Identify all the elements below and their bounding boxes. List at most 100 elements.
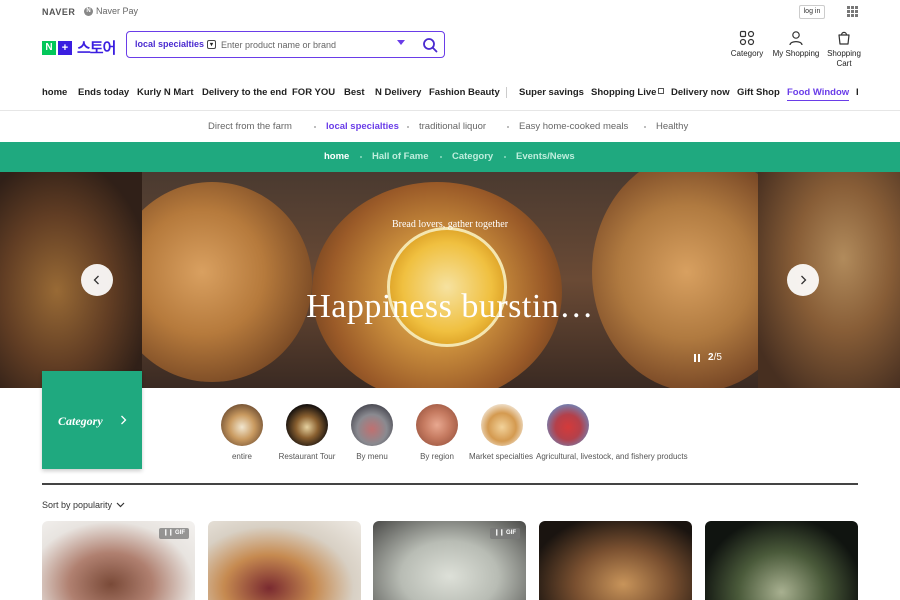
- naver-pay-label: Naver Pay: [96, 6, 139, 16]
- hero-carousel[interactable]: Bread lovers, gather together Happiness …: [0, 172, 900, 388]
- hero-subtitle: Bread lovers, gather together: [391, 219, 509, 230]
- category-by-menu-image[interactable]: [351, 404, 393, 446]
- header-my-shopping-button[interactable]: My Shopping: [772, 30, 820, 59]
- gif-badge-label: GIF: [506, 530, 516, 536]
- logo-n: N: [42, 40, 56, 55]
- nav-separator: [506, 87, 507, 98]
- green-nav-dot: [360, 156, 362, 158]
- nav-fashion-beauty[interactable]: Fashion Beauty: [429, 87, 500, 98]
- category-market-specialties-label[interactable]: Market specialties: [469, 452, 535, 461]
- search-scope-select[interactable]: local specialties ▾: [135, 39, 217, 49]
- hero-next-slide-image: [758, 172, 900, 388]
- nav-more[interactable]: I: [856, 87, 859, 98]
- nav-home[interactable]: home: [42, 87, 67, 98]
- header-category-label: Category: [730, 49, 764, 58]
- nav-food-window[interactable]: Food Window: [787, 87, 850, 101]
- chevron-right-icon: [801, 275, 807, 285]
- subnav-local-specialties[interactable]: local specialties: [326, 121, 399, 132]
- search-dropdown-icon[interactable]: [397, 40, 405, 45]
- category-by-region-label[interactable]: By region: [416, 452, 458, 461]
- subnav-traditional-liquor[interactable]: traditional liquor: [419, 121, 486, 132]
- category-agri-products-label[interactable]: Agricultural, livestock, and fishery pro…: [536, 452, 706, 461]
- naver-pay-link[interactable]: N Naver Pay: [84, 6, 138, 16]
- subnav-dot: [644, 126, 646, 128]
- category-agri-products-image[interactable]: [547, 404, 589, 446]
- logo-plus: +: [58, 40, 72, 55]
- hero-page-count: 2/5: [708, 352, 722, 363]
- nav-shopping-live-label: Shopping Live: [591, 87, 657, 98]
- nav-n-delivery[interactable]: N Delivery: [375, 87, 421, 98]
- login-button[interactable]: log in: [799, 5, 825, 19]
- sort-dropdown[interactable]: Sort by popularity: [42, 500, 125, 510]
- gif-badge: ❙❙ GIF: [490, 528, 520, 539]
- category-entire-image[interactable]: [221, 404, 263, 446]
- category-tile-title: Category: [58, 414, 103, 428]
- hero-page-total: /5: [713, 352, 722, 363]
- main-nav: home Ends today Kurly N Mart Delivery to…: [0, 83, 900, 111]
- green-nav-events[interactable]: Events/News: [516, 151, 575, 162]
- category-by-menu-label[interactable]: By menu: [351, 452, 393, 461]
- hero-pager: 2/5: [694, 352, 722, 363]
- category-market-specialties-image[interactable]: [481, 404, 523, 446]
- product-card[interactable]: [539, 521, 692, 600]
- food-window-nav: home Hall of Fame Category Events/News: [0, 142, 900, 172]
- green-nav-category[interactable]: Category: [452, 151, 493, 162]
- section-divider: [42, 483, 858, 485]
- header-cart-button[interactable]: Shopping Cart: [824, 30, 864, 69]
- hero-prev-slide-image: [0, 172, 142, 388]
- header-category-button[interactable]: Category: [727, 30, 767, 59]
- category-by-region-image[interactable]: [416, 404, 458, 446]
- gif-badge-label: GIF: [175, 530, 185, 536]
- product-card[interactable]: [208, 521, 361, 600]
- hero-title: Happiness burstin…: [306, 288, 594, 325]
- apps-grid-icon[interactable]: [847, 6, 858, 17]
- nav-delivery-now[interactable]: Delivery now: [671, 87, 730, 98]
- nav-best[interactable]: Best: [344, 87, 365, 98]
- green-nav-dot: [504, 156, 506, 158]
- header-cart-label: Shopping Cart: [827, 49, 861, 68]
- nav-delivery-to-the-end[interactable]: Delivery to the end: [202, 87, 287, 98]
- logo-store-text: 스토어: [77, 40, 116, 57]
- product-card[interactable]: ❙❙ GIF: [373, 521, 526, 600]
- chevron-right-icon: [121, 415, 127, 425]
- subnav-direct-from-farm[interactable]: Direct from the farm: [208, 121, 292, 132]
- hero-prev-button[interactable]: [81, 264, 113, 296]
- green-nav-home[interactable]: home: [324, 151, 349, 162]
- naver-logo[interactable]: NAVER: [42, 7, 75, 17]
- subnav-dot: [407, 126, 409, 128]
- product-card[interactable]: ❙❙ GIF: [42, 521, 195, 600]
- scope-dropdown-icon: ▾: [207, 39, 217, 49]
- nav-ends-today[interactable]: Ends today: [78, 87, 129, 98]
- green-nav-dot: [440, 156, 442, 158]
- nav-for-you[interactable]: FOR YOU: [292, 87, 335, 98]
- hero-next-button[interactable]: [787, 264, 819, 296]
- nav-super-savings[interactable]: Super savings: [519, 87, 584, 98]
- category-restaurant-tour-image[interactable]: [286, 404, 328, 446]
- nav-kurly-n-mart[interactable]: Kurly N Mart: [137, 87, 193, 98]
- sub-nav: Direct from the farm local specialties t…: [0, 111, 900, 142]
- subnav-dot: [314, 126, 316, 128]
- sort-label: Sort by popularity: [42, 500, 113, 510]
- search-input[interactable]: [221, 37, 381, 52]
- category-restaurant-tour-label[interactable]: Restaurant Tour: [272, 452, 342, 461]
- chevron-down-icon: [116, 502, 125, 508]
- subnav-healthy[interactable]: Healthy: [656, 121, 688, 132]
- header-my-shopping-label: My Shopping: [772, 49, 820, 58]
- user-icon: [789, 31, 803, 46]
- nav-shopping-live[interactable]: Shopping Live: [591, 87, 665, 98]
- search-icon[interactable]: [422, 37, 438, 53]
- subnav-easy-meals[interactable]: Easy home-cooked meals: [519, 121, 628, 132]
- green-nav-hall-of-fame[interactable]: Hall of Fame: [372, 151, 429, 162]
- category-entire-label[interactable]: entire: [221, 452, 263, 461]
- top-bar: NAVER N Naver Pay log in: [0, 0, 900, 26]
- chevron-left-icon: [93, 275, 99, 285]
- pause-icon[interactable]: [694, 353, 700, 362]
- naver-pay-icon: N: [84, 6, 93, 16]
- category-tile[interactable]: Category: [42, 371, 142, 469]
- product-card[interactable]: [705, 521, 858, 600]
- search-scope-label: local specialties: [135, 39, 205, 49]
- store-logo[interactable]: N + 스토어: [42, 37, 116, 58]
- external-link-icon: [658, 88, 665, 94]
- nav-gift-shop[interactable]: Gift Shop: [737, 87, 780, 98]
- category-icon: [739, 30, 755, 46]
